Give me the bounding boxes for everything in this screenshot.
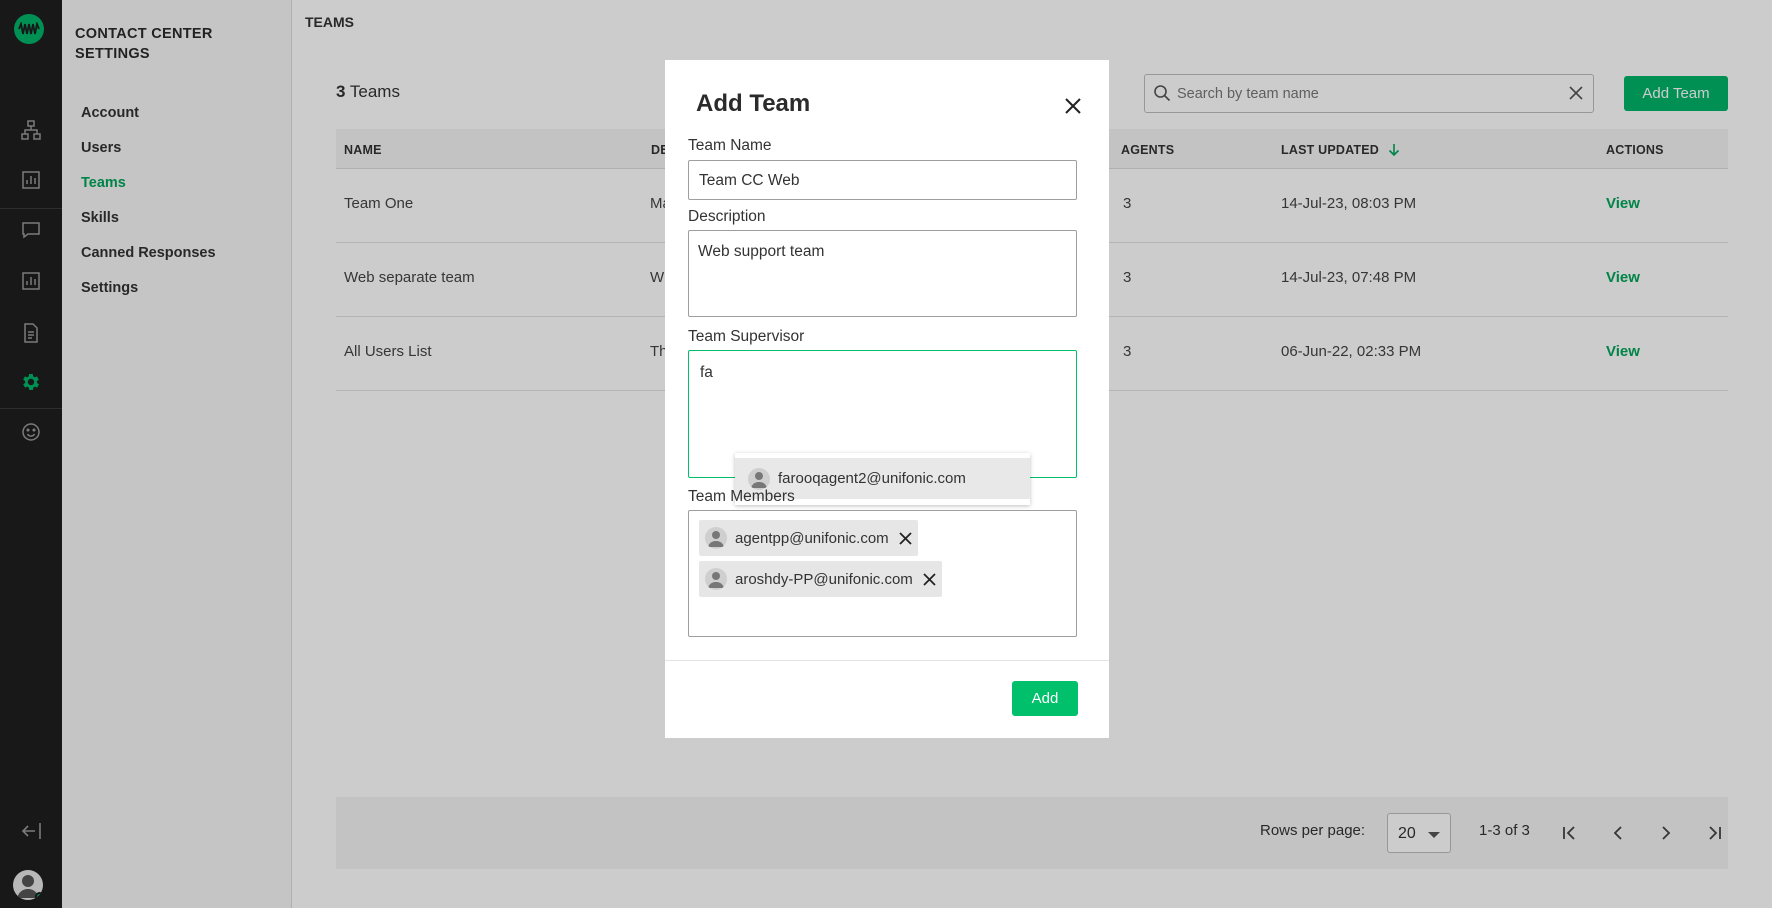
user-avatar-icon [748,467,770,490]
member-chip: agentpp@unifonic.com [699,520,918,556]
remove-member-icon[interactable] [899,531,912,545]
modal-footer-divider [665,660,1109,661]
remove-member-icon[interactable] [923,572,936,586]
member-chip-label: aroshdy-PP@unifonic.com [735,570,913,588]
description-field[interactable]: Web support team [688,230,1077,317]
member-chip: aroshdy-PP@unifonic.com [699,561,942,597]
user-avatar-icon [705,568,727,590]
user-avatar-icon [705,527,727,549]
team-supervisor-label: Team Supervisor [688,328,805,345]
team-name-field[interactable]: Team CC Web [688,160,1077,200]
supervisor-query: fa [700,364,713,381]
add-team-modal: Add Team Team Name Team CC Web Descripti… [665,60,1109,738]
team-name-label: Team Name [688,137,772,154]
team-members-label: Team Members [688,488,795,505]
close-icon[interactable] [1065,98,1081,119]
supervisor-option-label: farooqagent2@unifonic.com [778,470,966,487]
member-chip-label: agentpp@unifonic.com [735,529,889,547]
modal-title: Add Team [696,90,811,117]
add-button[interactable]: Add [1012,681,1078,716]
description-label: Description [688,208,766,225]
